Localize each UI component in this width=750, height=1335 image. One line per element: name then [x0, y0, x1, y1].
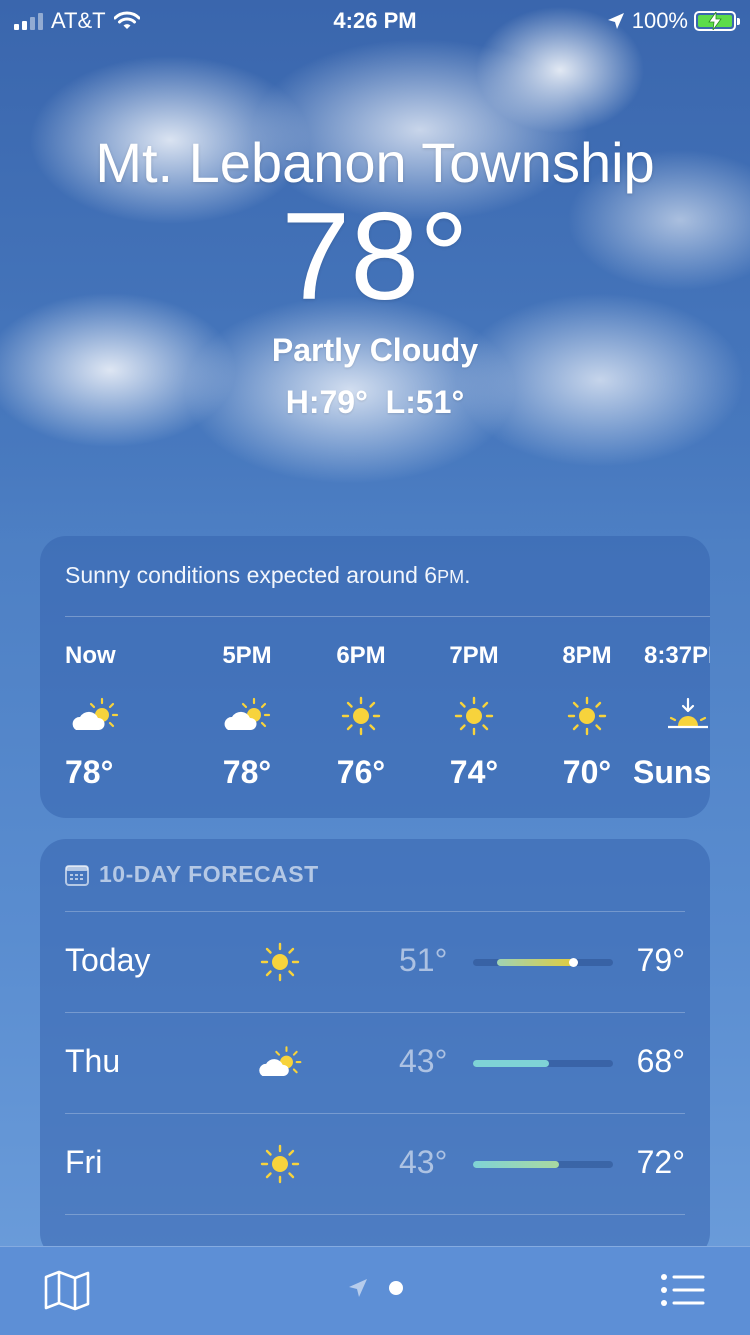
sun-icon [341, 696, 381, 736]
status-bar: AT&T 4:26 PM 100% [0, 0, 750, 40]
hour-temp: 78° [65, 754, 114, 790]
hour-item: 5PM 78° [192, 642, 302, 791]
location-arrow-icon[interactable] [347, 1277, 369, 1299]
partly-sunny-icon [72, 697, 119, 730]
temp-range-fill [497, 959, 577, 966]
temp-range-bar [473, 1161, 613, 1168]
sun-icon [567, 696, 607, 736]
hour-item: 8PM 70° [532, 642, 642, 791]
forecast-row[interactable]: Thu 43° 68° [65, 1012, 685, 1114]
hour-temp: 78° [222, 754, 272, 790]
hourly-forecast-card[interactable]: Sunny conditions expected around 6PM. No… [40, 536, 710, 818]
forecast-day: Thu [65, 1043, 121, 1079]
temp-range-fill [473, 1060, 549, 1067]
hour-time: Now [65, 642, 116, 669]
forecast-low: 43° [399, 1043, 448, 1079]
hour-time: 5PM [222, 642, 272, 669]
hour-item: Now 78° [40, 642, 150, 791]
city-name: Mt. Lebanon Township [95, 131, 655, 194]
forecast-high: 68° [636, 1043, 685, 1079]
forecast-day: Fri [65, 1144, 103, 1180]
current-condition: Partly Cloudy [271, 332, 479, 368]
forecast-day: Today [65, 942, 151, 978]
battery-percent: 100% [631, 8, 688, 33]
divider [65, 616, 710, 617]
hour-item: 6PM 76° [306, 642, 416, 791]
high-low: H:79° L:51° [285, 384, 465, 420]
forecast-header: 10-DAY FORECAST [65, 861, 319, 888]
current-temperature: 78° [281, 188, 469, 326]
location-services-icon [607, 13, 624, 29]
current-temp-marker [569, 958, 578, 967]
status-right: 100% [606, 8, 740, 34]
forecast-low: 43° [399, 1144, 448, 1180]
partly-sunny-icon [224, 697, 271, 730]
bottom-toolbar [0, 1246, 750, 1335]
forecast-row[interactable]: Today 51° 79° [65, 911, 685, 1013]
hour-time: 7PM [449, 642, 499, 669]
temp-range-bar [473, 958, 613, 967]
sunset-icon [668, 697, 708, 729]
sun-icon [260, 942, 300, 982]
partly-sunny-icon [259, 1046, 302, 1076]
sun-icon [454, 696, 494, 736]
hourly-summary: Sunny conditions expected around 6PM. [65, 562, 471, 588]
charging-bolt-icon [708, 12, 722, 30]
hour-temp: Sunset [633, 754, 710, 790]
sun-icon [260, 1144, 300, 1184]
list-icon[interactable] [660, 1273, 706, 1307]
hour-temp: 76° [336, 754, 386, 790]
calendar-icon [65, 864, 89, 886]
hour-time: 6PM [336, 642, 386, 669]
forecast-header-label: 10-DAY FORECAST [99, 861, 319, 887]
forecast-row[interactable]: Fri 43° 72° [65, 1113, 685, 1215]
hour-item: 7PM 74° [419, 642, 529, 791]
hour-time: 8PM [562, 642, 612, 669]
forecast-high: 72° [636, 1144, 685, 1180]
hour-time: 8:37PM [644, 642, 710, 669]
temp-range-fill [473, 1161, 559, 1168]
hour-temp: 74° [449, 754, 499, 790]
page-dot-active[interactable] [389, 1281, 403, 1295]
forecast-low: 51° [399, 942, 448, 978]
hour-temp: 70° [562, 754, 612, 790]
hour-item: 8:37PM Sunset [630, 642, 710, 791]
battery-icon [694, 11, 740, 31]
ten-day-forecast-card[interactable]: 10-DAY FORECAST Today 51° 79° Thu 43° 68… [40, 839, 710, 1259]
forecast-high: 79° [636, 942, 685, 978]
temp-range-bar [473, 1060, 613, 1067]
page-indicator[interactable] [0, 1277, 750, 1299]
